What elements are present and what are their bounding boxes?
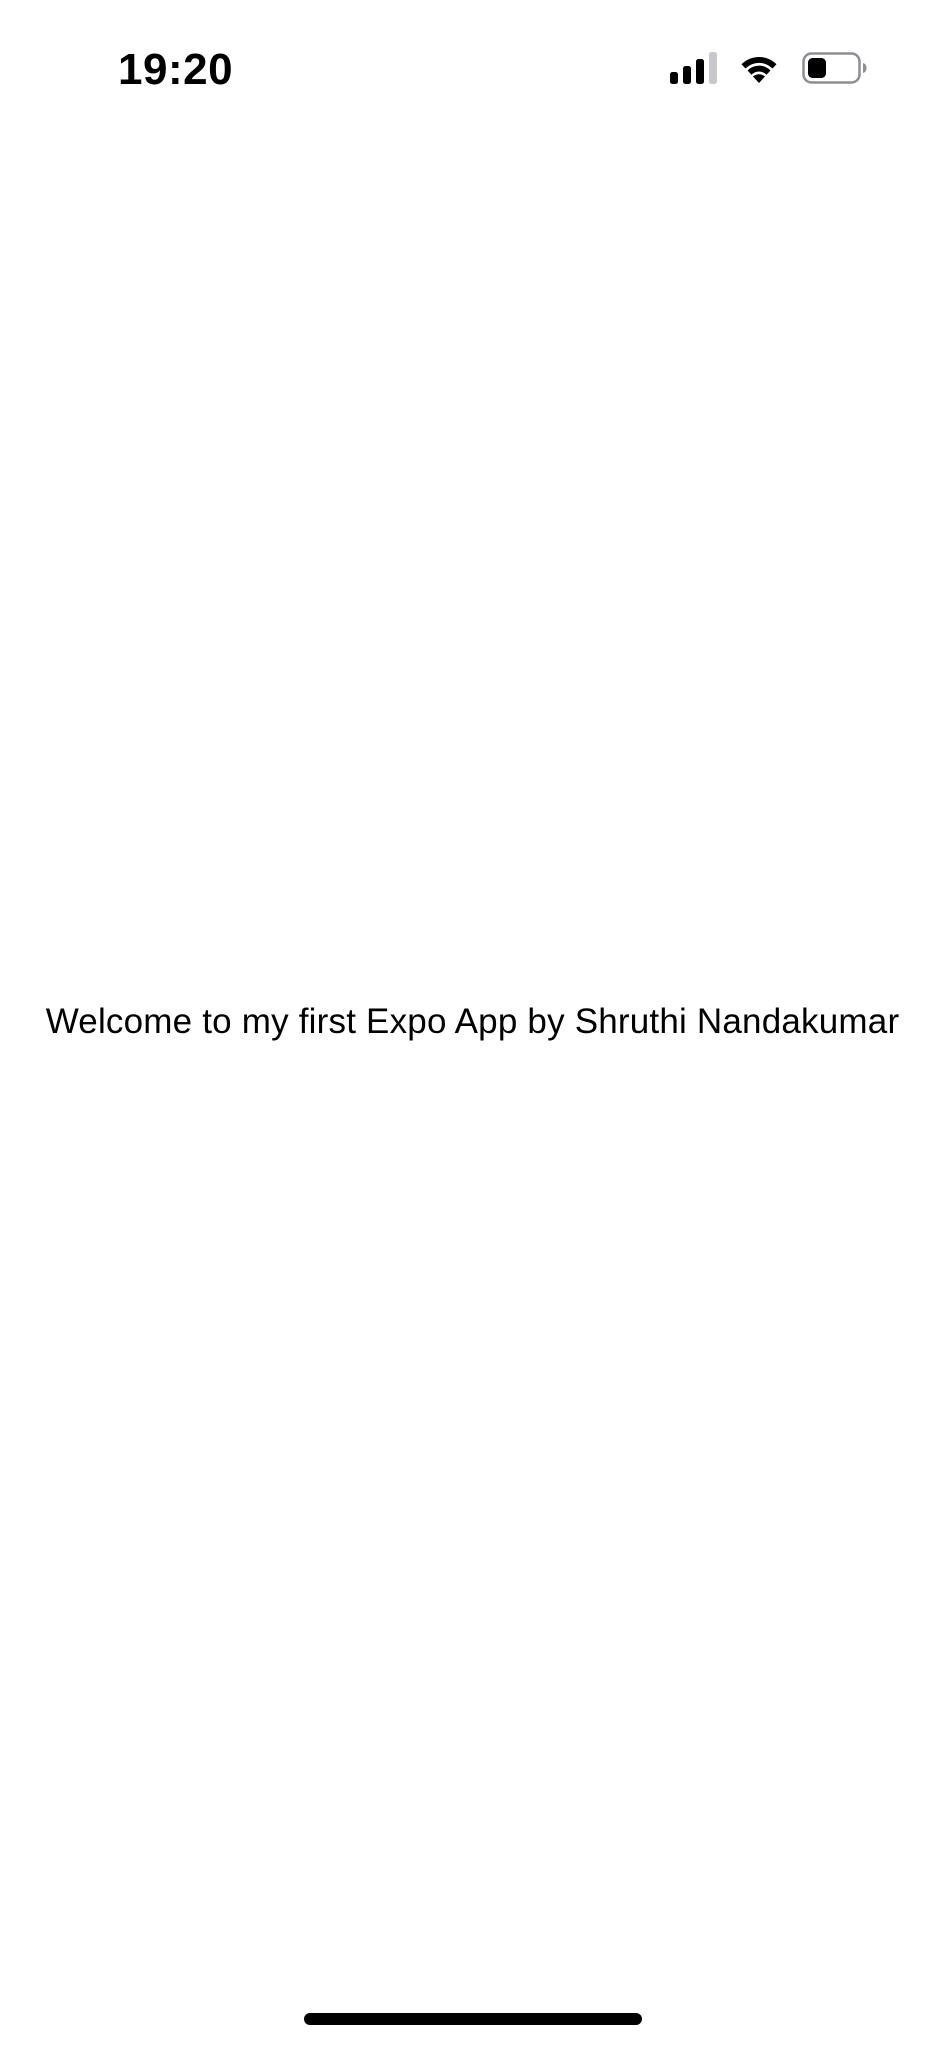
cellular-signal-icon <box>670 51 718 89</box>
wifi-icon <box>738 52 780 89</box>
status-bar: 19:20 <box>0 0 945 140</box>
status-time: 19:20 <box>118 45 234 94</box>
battery-icon <box>802 51 868 89</box>
home-indicator[interactable] <box>304 2013 642 2025</box>
welcome-text: Welcome to my first Expo App by Shruthi … <box>45 1002 900 1041</box>
status-icons <box>670 50 868 90</box>
app-content: Welcome to my first Expo App by Shruthi … <box>0 140 945 2000</box>
